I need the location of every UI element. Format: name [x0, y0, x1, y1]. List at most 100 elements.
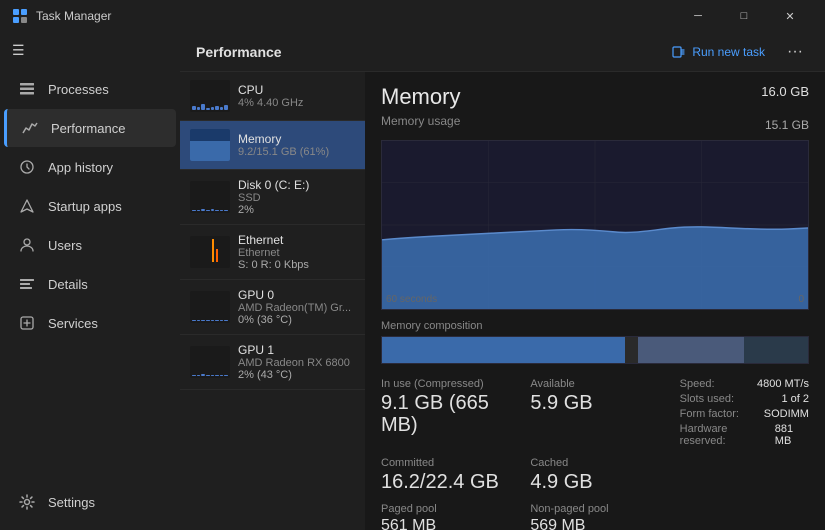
spec-speed-value: 4800 MT/s: [757, 378, 809, 390]
stats-grid: In use (Compressed) 9.1 GB (665 MB) Avai…: [381, 378, 809, 530]
stat-paged-pool-label: Paged pool: [381, 503, 510, 515]
sidebar-item-services-label: Services: [48, 316, 98, 331]
gpu0-name: GPU 0: [238, 288, 355, 302]
graph-label-0: 0: [798, 294, 804, 305]
spec-hwres-value: 881 MB: [775, 423, 809, 447]
device-item-memory[interactable]: Memory 9.2/15.1 GB (61%): [180, 121, 365, 170]
sidebar-item-users-label: Users: [48, 238, 82, 253]
stat-non-paged-pool-value: 569 MB: [530, 517, 659, 530]
history-icon: [18, 158, 36, 176]
content-area: Performance Run new task ···: [180, 32, 825, 530]
device-item-disk0[interactable]: Disk 0 (C: E:) SSD 2%: [180, 170, 365, 225]
stat-non-paged-pool: Non-paged pool 569 MB: [530, 503, 659, 530]
stat-in-use-label: In use (Compressed): [381, 378, 510, 390]
gpu0-sub: AMD Radeon(TM) Gr...: [238, 302, 355, 314]
sidebar-bottom: Settings: [0, 482, 180, 530]
device-item-cpu[interactable]: CPU 4% 4.40 GHz: [180, 72, 365, 121]
sidebar-item-startup-apps[interactable]: Startup apps: [4, 187, 176, 225]
disk-info: Disk 0 (C: E:) SSD 2%: [238, 178, 355, 216]
spec-slots-label: Slots used:: [680, 393, 734, 405]
memory-name: Memory: [238, 132, 355, 146]
disk-name: Disk 0 (C: E:): [238, 178, 355, 192]
spec-form-value: SODIMM: [764, 408, 809, 420]
close-button[interactable]: ✕: [767, 0, 813, 32]
header-actions: Run new task ···: [664, 39, 809, 65]
device-item-gpu1[interactable]: GPU 1 AMD Radeon RX 6800 2% (43 °C): [180, 335, 365, 390]
comp-standby: [638, 337, 745, 363]
gpu1-thumbnail: [190, 346, 230, 378]
stat-committed-label: Committed: [381, 457, 510, 469]
memory-thumbnail: [190, 129, 230, 161]
stat-available-label: Available: [530, 378, 659, 390]
panel-title: Memory: [381, 84, 460, 110]
settings-icon: [18, 493, 36, 511]
app-title: Task Manager: [36, 9, 111, 23]
sidebar-header: ☰: [0, 32, 180, 69]
sidebar-item-details[interactable]: Details: [4, 265, 176, 303]
cpu-name: CPU: [238, 83, 355, 97]
performance-icon: [21, 119, 39, 137]
stat-committed-value: 16.2/22.4 GB: [381, 471, 510, 493]
stat-available: Available 5.9 GB: [530, 378, 659, 447]
run-task-label: Run new task: [692, 45, 765, 59]
spec-slots-value: 1 of 2: [781, 393, 809, 405]
disk-thumbnail: [190, 181, 230, 213]
ethernet-usage: S: 0 R: 0 Kbps: [238, 259, 355, 271]
stat-in-use-value: 9.1 GB (665 MB): [381, 392, 510, 436]
gpu1-sub: AMD Radeon RX 6800: [238, 357, 355, 369]
sidebar-item-details-label: Details: [48, 277, 88, 292]
sidebar-item-settings-label: Settings: [48, 495, 95, 510]
panel-header: Memory 16.0 GB: [381, 84, 809, 110]
panel-subtitle: Memory usage: [381, 114, 460, 128]
device-item-ethernet[interactable]: Ethernet Ethernet S: 0 R: 0 Kbps: [180, 225, 365, 280]
graph-label-60s: 60 seconds: [386, 294, 437, 305]
cpu-sub: 4% 4.40 GHz: [238, 97, 355, 109]
gpu0-info: GPU 0 AMD Radeon(TM) Gr... 0% (36 °C): [238, 288, 355, 326]
stat-cached-value: 4.9 GB: [530, 471, 659, 493]
disk-sub: SSD: [238, 192, 355, 204]
ethernet-thumbnail: [190, 236, 230, 268]
gpu1-name: GPU 1: [238, 343, 355, 357]
stat-paged-pool: Paged pool 561 MB: [381, 503, 510, 530]
sidebar-item-settings[interactable]: Settings: [4, 483, 176, 521]
composition-bar: [381, 336, 809, 364]
sidebar-item-services[interactable]: Services: [4, 304, 176, 342]
sidebar-item-users[interactable]: Users: [4, 226, 176, 264]
details-icon: [18, 275, 36, 293]
spec-form-label: Form factor:: [680, 408, 739, 420]
stat-committed: Committed 16.2/22.4 GB: [381, 457, 510, 493]
stat-paged-pool-value: 561 MB: [381, 517, 510, 530]
cpu-thumbnail: [190, 80, 230, 112]
sidebar-item-processes[interactable]: Processes: [4, 70, 176, 108]
spec-hwres-label: Hardware reserved:: [680, 423, 767, 447]
device-item-gpu0[interactable]: GPU 0 AMD Radeon(TM) Gr... 0% (36 °C): [180, 280, 365, 335]
sidebar-item-processes-label: Processes: [48, 82, 109, 97]
ethernet-info: Ethernet Ethernet S: 0 R: 0 Kbps: [238, 233, 355, 271]
gpu1-info: GPU 1 AMD Radeon RX 6800 2% (43 °C): [238, 343, 355, 381]
sidebar-item-performance[interactable]: Performance: [4, 109, 176, 147]
content-header: Performance Run new task ···: [180, 32, 825, 72]
more-options-button[interactable]: ···: [781, 39, 809, 65]
comp-in-use: [382, 337, 625, 363]
content-title: Performance: [196, 44, 282, 60]
sidebar-item-app-history-label: App history: [48, 160, 113, 175]
minimize-button[interactable]: ─: [675, 0, 721, 32]
cpu-info: CPU 4% 4.40 GHz: [238, 83, 355, 109]
maximize-button[interactable]: □: [721, 0, 767, 32]
users-icon: [18, 236, 36, 254]
run-new-task-button[interactable]: Run new task: [664, 41, 773, 63]
composition-label: Memory composition: [381, 320, 809, 332]
sidebar: ☰ Processes Performance App history Star…: [0, 32, 180, 530]
processes-icon: [18, 80, 36, 98]
stat-in-use: In use (Compressed) 9.1 GB (665 MB): [381, 378, 510, 447]
spec-speed-label: Speed:: [680, 378, 715, 390]
disk-usage: 2%: [238, 204, 355, 216]
stat-cached: Cached 4.9 GB: [530, 457, 659, 493]
sidebar-item-app-history[interactable]: App history: [4, 148, 176, 186]
stat-available-value: 5.9 GB: [530, 392, 659, 414]
panel-total: 16.0 GB: [761, 84, 809, 99]
window-controls: ─ □ ✕: [675, 0, 813, 32]
memory-info: Memory 9.2/15.1 GB (61%): [238, 132, 355, 158]
hamburger-icon[interactable]: ☰: [12, 42, 25, 59]
sidebar-item-performance-label: Performance: [51, 121, 125, 136]
